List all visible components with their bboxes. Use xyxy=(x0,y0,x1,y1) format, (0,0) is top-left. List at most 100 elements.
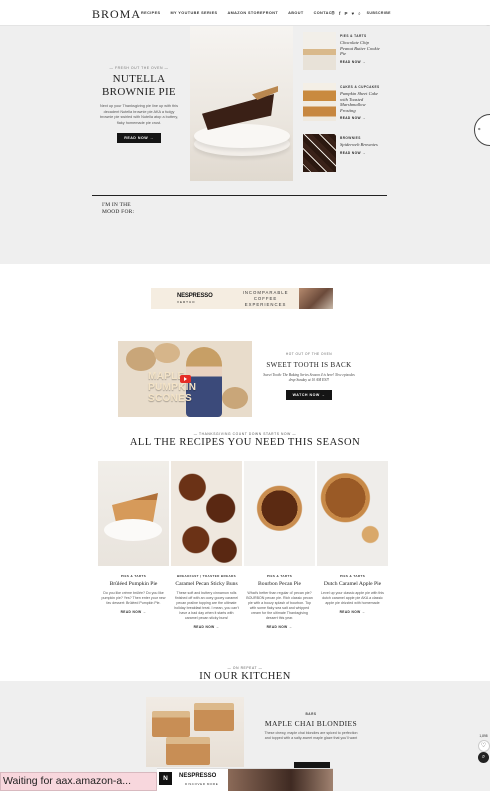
side-recipe-read-link[interactable]: READ NOW → xyxy=(340,60,382,64)
season-title: ALL THE RECIPES YOU NEED THIS SEASON xyxy=(129,437,361,448)
kitchen-feature-image[interactable] xyxy=(146,697,244,767)
bottom-ad-cta[interactable]: DISCOVER MORE xyxy=(185,782,218,786)
recipe-description: These soft and buttery cinnamon rolls fi… xyxy=(174,591,239,620)
social-icons: ◎ f P ♥ ⌕ SUBSCRIBE xyxy=(331,10,391,16)
recipe-read-link[interactable]: READ NOW → xyxy=(98,610,169,614)
recipe-read-link[interactable]: READ NOW → xyxy=(317,610,388,614)
browser-status-bar: Waiting for aax.amazon-a... xyxy=(0,772,157,791)
divider xyxy=(92,195,387,196)
facebook-icon[interactable]: f xyxy=(339,11,341,16)
side-recipe-thumb[interactable] xyxy=(303,32,336,70)
side-recipe-item[interactable]: PIES & TARTS Chocolate Chip Peanut Butte… xyxy=(303,32,383,83)
kitchen-feature-title[interactable]: MAPLE CHAI BLONDIES xyxy=(264,719,358,728)
youtube-play-icon[interactable] xyxy=(180,375,191,383)
bottom-ad-image xyxy=(228,769,333,791)
hero-read-now-button[interactable]: READ NOW → xyxy=(117,133,161,144)
nav-item-about[interactable]: ABOUT xyxy=(288,11,304,15)
recipe-category: PIES & TARTS xyxy=(120,574,147,578)
heart-icon[interactable]: ♡ xyxy=(477,740,490,752)
side-recipe-title[interactable]: Chocolate Chip Peanut Butter Cookie Pie xyxy=(340,40,382,57)
blondie-bar-shape xyxy=(166,737,210,765)
search-icon[interactable]: ⌕ xyxy=(358,11,361,16)
side-recipe-thumb[interactable] xyxy=(303,134,336,172)
nav-item-amazon-storefront[interactable]: AMAZON STOREFRONT xyxy=(227,11,278,15)
subscribe-link[interactable]: SUBSCRIBE xyxy=(367,11,391,15)
recipe-title[interactable]: Brûléed Pumpkin Pie xyxy=(98,581,169,588)
instagram-icon[interactable]: ◎ xyxy=(331,10,335,16)
recipe-title[interactable]: Bourbon Pecan Pie xyxy=(244,581,315,588)
side-recipe-read-link[interactable]: READ NOW → xyxy=(340,116,382,120)
recipe-card[interactable]: PIES & TARTS Dutch Caramel Apple Pie Lev… xyxy=(317,461,388,614)
main-nav: RECIPES MY YOUTUBE SERIES AMAZON STOREFR… xyxy=(141,11,335,15)
kitchen-feature-category: BARS xyxy=(305,712,317,716)
nav-item-youtube-series[interactable]: MY YOUTUBE SERIES xyxy=(170,11,217,15)
recipe-card[interactable]: PIES & TARTS Brûléed Pumpkin Pie Do you … xyxy=(98,461,169,614)
season-kicker: — THANKSGIVING COUNT DOWN STARTS NOW — xyxy=(193,432,297,436)
hero-pie-image[interactable] xyxy=(190,26,293,181)
recipe-read-link[interactable]: READ NOW → xyxy=(171,625,242,629)
side-recipe-title[interactable]: Pumpkin Sheet Cake with Toasted Marshmal… xyxy=(340,91,382,113)
bottom-ad-brand: NESPRESSO xyxy=(179,773,217,779)
ad-brand-sub: VERTUO xyxy=(177,299,196,304)
recipe-description: What's better than regular ol' pecan pie… xyxy=(246,591,313,620)
pinterest-icon[interactable]: P xyxy=(344,11,347,16)
youtube-feature: HOT OUT OF THE OVEN SWEET TOOTH IS BACK … xyxy=(262,352,356,401)
hero-feature: — FRESH OUT THE OVEN — NUTELLA BROWNIE P… xyxy=(98,66,180,144)
save-widget[interactable]: 1,898 ♡ xyxy=(477,734,490,752)
recipe-card[interactable]: PIES & TARTS Bourbon Pecan Pie What's be… xyxy=(244,461,315,629)
blondie-bar-shape xyxy=(152,711,190,737)
save-count: 1,898 xyxy=(479,734,488,738)
ad-brand-name: NESPRESSO xyxy=(177,292,213,299)
blondie-bar-shape xyxy=(194,703,234,731)
side-recipe-thumb[interactable] xyxy=(303,83,336,121)
site-logo[interactable]: BROMA xyxy=(92,7,141,22)
youtube-description: Sweet Tooth: The Baking Series Season 4 … xyxy=(263,373,355,382)
hero-kicker: — FRESH OUT THE OVEN — xyxy=(109,66,169,70)
side-recipe-item[interactable]: CAKES & CUPCAKES Pumpkin Sheet Cake with… xyxy=(303,83,383,134)
recipe-read-link[interactable]: READ NOW → xyxy=(244,625,315,629)
recipe-title[interactable]: Caramel Pecan Sticky Buns xyxy=(171,581,242,588)
recipe-description: Do you like crème brûlée? Do you like pu… xyxy=(101,591,166,605)
circular-stamp-badge: ✿ xyxy=(474,114,490,146)
watch-now-button[interactable]: WATCH NOW → xyxy=(285,390,333,400)
side-recipe-title[interactable]: Spiderweb Brownies xyxy=(340,142,382,148)
side-recipe-item[interactable]: BROWNIES Spiderweb Brownies READ NOW → xyxy=(303,134,383,185)
plate-shape xyxy=(104,519,162,541)
side-recipe-category: CAKES & CUPCAKES xyxy=(340,85,380,89)
twitter-icon[interactable]: ♥ xyxy=(351,11,354,16)
youtube-title[interactable]: SWEET TOOTH IS BACK xyxy=(262,361,356,369)
recipe-description: Level up your classic apple pie with thi… xyxy=(321,591,384,605)
site-header: BROMA RECIPES MY YOUTUBE SERIES AMAZON S… xyxy=(0,0,490,26)
recipe-image[interactable] xyxy=(98,461,169,566)
scone-shape xyxy=(154,343,180,363)
kitchen-feature: BARS MAPLE CHAI BLONDIES These chewy, ma… xyxy=(264,712,358,741)
side-recipe-category: PIES & TARTS xyxy=(340,34,367,38)
ad-product-image xyxy=(299,288,333,309)
ad-banner[interactable]: NESPRESSO VERTUO INCOMPARABLE COFFEE EXP… xyxy=(151,288,333,309)
side-recipe-category: BROWNIES xyxy=(340,136,361,140)
side-recipe-list: PIES & TARTS Chocolate Chip Peanut Butte… xyxy=(303,32,383,185)
ad-tagline: INCOMPARABLE COFFEE EXPERIENCES xyxy=(242,289,289,307)
bottom-ad[interactable]: N NESPRESSO DISCOVER MORE xyxy=(157,768,333,791)
recipe-category: PIES & TARTS xyxy=(266,574,293,578)
recipe-title[interactable]: Dutch Caramel Apple Pie xyxy=(317,581,388,588)
recipe-image[interactable] xyxy=(171,461,242,566)
search-icon[interactable]: ⌕ xyxy=(478,752,489,763)
youtube-kicker: HOT OUT OF THE OVEN xyxy=(285,352,333,356)
hero-section: — FRESH OUT THE OVEN — NUTELLA BROWNIE P… xyxy=(0,26,490,264)
mood-label: I'M IN THE MOOD FOR: xyxy=(102,202,135,215)
recipe-category: BREAKFAST | TOASTED BREADS xyxy=(176,574,237,578)
nav-item-recipes[interactable]: RECIPES xyxy=(141,11,160,15)
kitchen-feature-description: These chewy, maple chai blondies are spi… xyxy=(264,731,358,740)
recipe-category: PIES & TARTS xyxy=(339,574,366,578)
hero-title[interactable]: NUTELLA BROWNIE PIE xyxy=(98,73,180,99)
ad-brand-logo: NESPRESSO VERTUO xyxy=(177,293,213,305)
side-recipe-read-link[interactable]: READ NOW → xyxy=(340,151,382,155)
recipe-image[interactable] xyxy=(317,461,388,566)
scone-shape xyxy=(126,347,156,371)
kitchen-kicker: — ON REPEAT — xyxy=(227,666,263,670)
recipe-card[interactable]: BREAKFAST | TOASTED BREADS Caramel Pecan… xyxy=(171,461,242,629)
nespresso-n-icon: N xyxy=(159,772,172,785)
hero-description: Next up your Thanksgiving pie line up wi… xyxy=(99,104,179,125)
recipe-image[interactable] xyxy=(244,461,315,566)
